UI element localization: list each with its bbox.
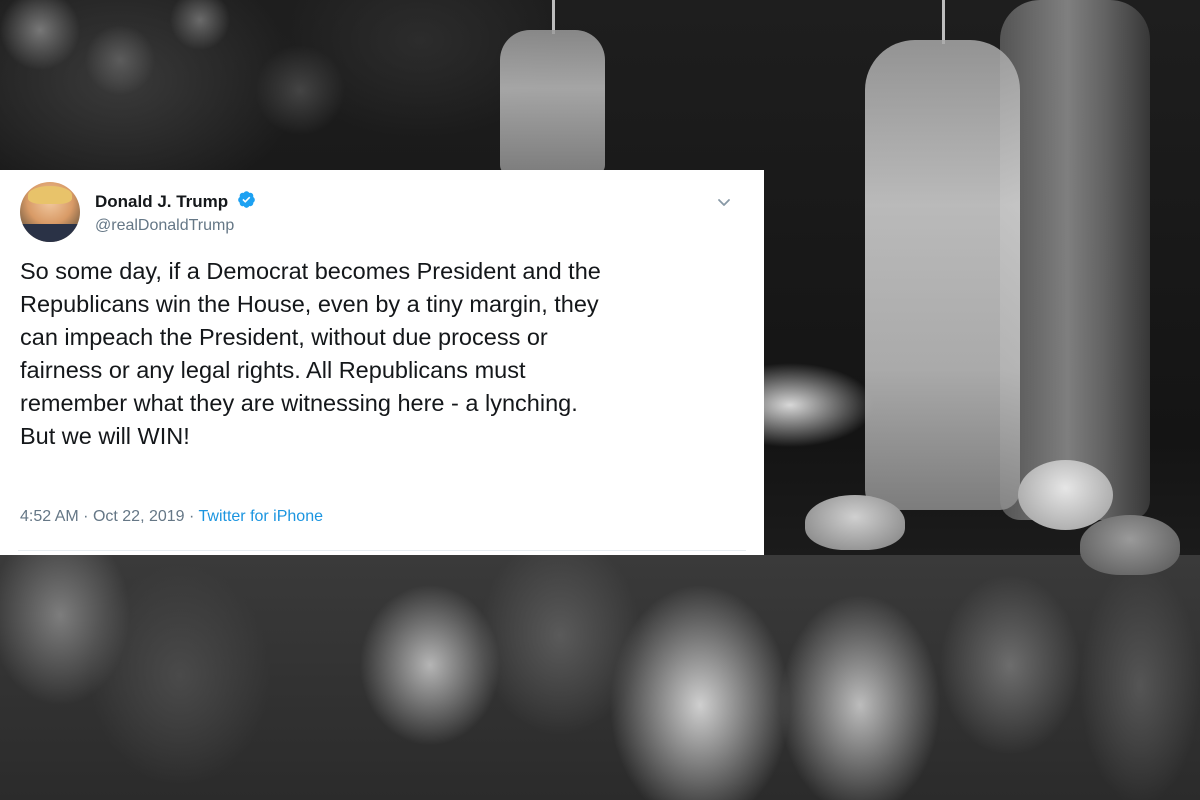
straw-hat (1018, 460, 1113, 530)
avatar-suit (20, 224, 80, 242)
tweet-time[interactable]: 4:52 AM (20, 508, 79, 525)
crowd (0, 555, 1200, 800)
tweet-divider (18, 550, 746, 551)
verified-badge-icon (237, 190, 256, 214)
tweet-date[interactable]: Oct 22, 2019 (93, 508, 185, 525)
author-block: Donald J. Trump @realDonaldTrump (95, 190, 256, 237)
meta-separator: · (83, 508, 89, 525)
tweet-card[interactable]: Donald J. Trump @realDonaldTrump So some… (0, 170, 764, 555)
rope-left (552, 0, 555, 34)
tweet-header: Donald J. Trump @realDonaldTrump (20, 182, 744, 244)
chevron-down-icon[interactable] (712, 190, 736, 214)
avatar-hair (28, 186, 72, 204)
cap (805, 495, 905, 550)
display-name[interactable]: Donald J. Trump (95, 192, 228, 212)
tree-trunk (1000, 0, 1150, 520)
avatar[interactable] (20, 182, 80, 242)
hanging-figure-right (865, 40, 1020, 510)
hanging-figure-left (500, 30, 605, 175)
fedora-hat (1080, 515, 1180, 575)
tweet-source-link[interactable]: Twitter for iPhone (199, 508, 324, 525)
tweet-text: So some day, if a Democrat becomes Presi… (20, 258, 601, 449)
rope-right (942, 0, 945, 44)
meta-separator: · (189, 508, 195, 525)
user-handle[interactable]: @realDonaldTrump (95, 215, 256, 237)
tweet-metadata: 4:52 AM · Oct 22, 2019 · Twitter for iPh… (20, 507, 323, 527)
tree-foliage (0, 0, 420, 180)
